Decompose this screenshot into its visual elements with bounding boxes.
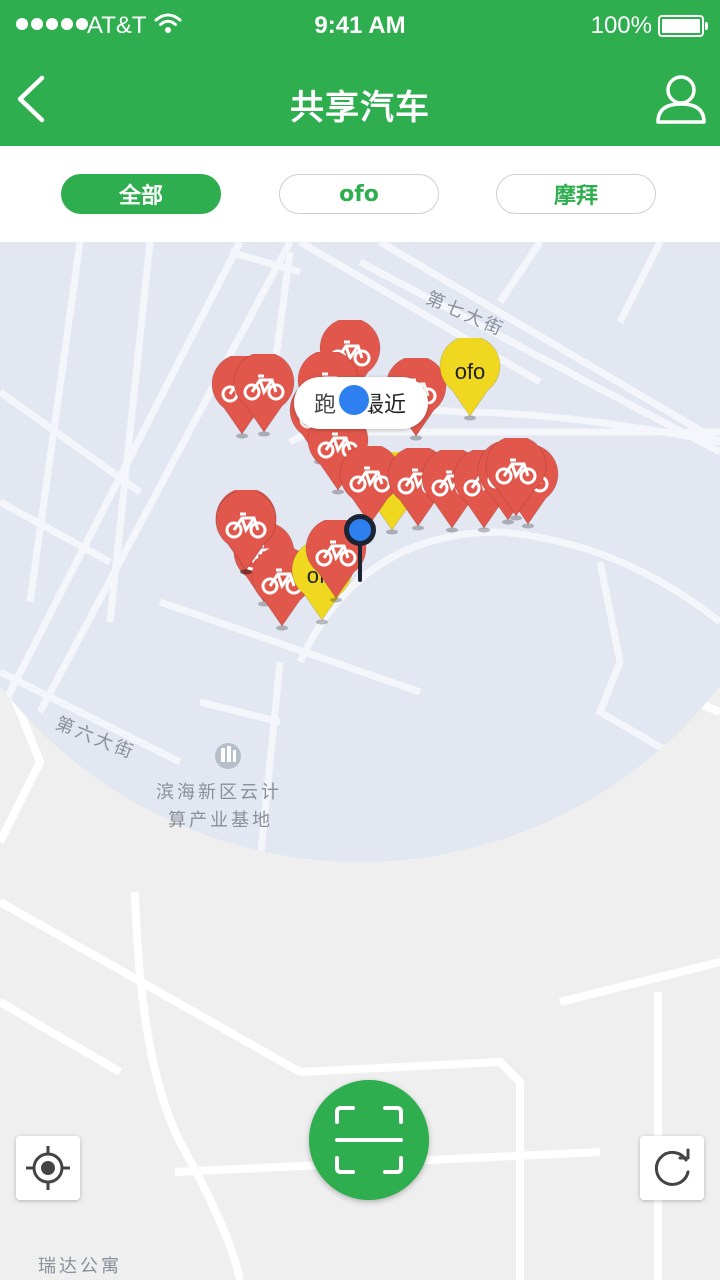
battery-icon <box>658 15 708 37</box>
ofo-bike-pin[interactable]: ofo <box>438 338 502 422</box>
refresh-icon[interactable] <box>640 1136 704 1200</box>
profile-icon[interactable] <box>654 70 708 128</box>
poi-label: 瑞达公寓 <box>38 1256 122 1277</box>
tab-mobike[interactable]: 摩拜 <box>496 174 656 214</box>
tab-ofo[interactable]: ofo <box>279 174 439 214</box>
scan-icon[interactable] <box>309 1080 429 1200</box>
brand-filter-tabs: 全部 ofo 摩拜 <box>0 146 720 242</box>
mobike-bike-pin[interactable] <box>214 492 278 576</box>
poi-building-icon <box>215 743 241 769</box>
locate-icon[interactable] <box>16 1136 80 1200</box>
poi-label: 算产业基地 <box>168 810 273 831</box>
map-view[interactable]: 第七大街 第六大街 滨海新区云计 算产业基地 瑞达公寓 ofoofoofo 跑 … <box>0 242 720 1280</box>
page-title: 共享汽车 <box>290 88 430 128</box>
mobike-bike-pin[interactable] <box>232 354 296 438</box>
user-location-marker-icon <box>344 514 376 582</box>
top-bar: AT&T 9:41 AM 100% 共享汽车 <box>0 0 720 146</box>
callout-prefix: 跑 <box>314 393 337 418</box>
battery-percent: 100% <box>590 12 652 39</box>
mobike-bike-pin[interactable] <box>484 438 548 522</box>
tab-all[interactable]: 全部 <box>61 174 221 214</box>
status-bar: AT&T 9:41 AM 100% <box>0 0 720 52</box>
poi-label: 滨海新区云计 <box>156 782 282 803</box>
location-dot-icon <box>336 382 372 418</box>
svg-text:ofo: ofo <box>455 359 486 384</box>
